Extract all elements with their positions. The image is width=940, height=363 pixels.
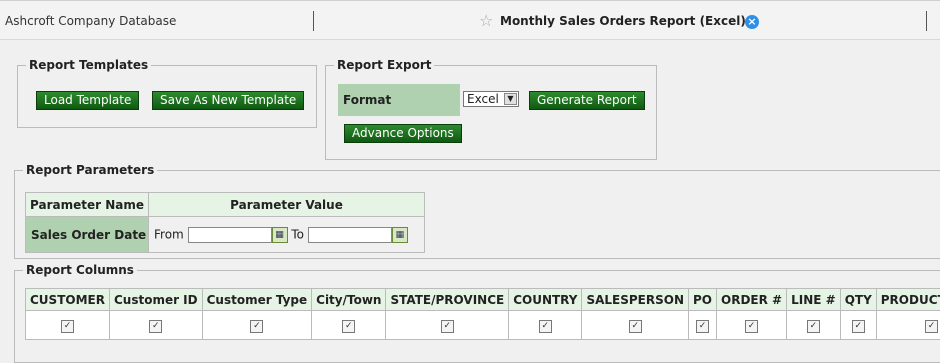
column-header: LINE #	[787, 289, 841, 311]
table-header-row: CUSTOMER Customer ID Customer Type City/…	[26, 289, 940, 311]
top-bar: Ashcroft Company Database ☆ Monthly Sale…	[0, 0, 940, 40]
parameter-value: From ▦ To ▦	[149, 217, 425, 253]
include-column-checkbox[interactable]: ✓	[441, 320, 454, 333]
checkbox-cell: ✓	[840, 311, 876, 340]
column-header: PRODUCT FAMI	[876, 289, 940, 311]
format-select[interactable]: Excel ▼	[463, 91, 519, 107]
column-header: Customer Type	[202, 289, 312, 311]
column-header: SALESPERSON	[582, 289, 689, 311]
format-select-value: Excel	[467, 92, 499, 106]
checkbox-cell: ✓	[312, 311, 386, 340]
format-label: Format	[338, 84, 460, 116]
report-columns-legend: Report Columns	[23, 263, 137, 277]
load-template-button[interactable]: Load Template	[36, 91, 139, 110]
generate-report-button[interactable]: Generate Report	[529, 91, 645, 110]
report-title: Monthly Sales Orders Report (Excel)	[500, 14, 746, 28]
column-header: City/Town	[312, 289, 386, 311]
parameter-name: Sales Order Date	[26, 217, 149, 253]
divider	[313, 11, 314, 31]
report-parameters-legend: Report Parameters	[23, 163, 157, 177]
include-column-checkbox[interactable]: ✓	[807, 320, 820, 333]
column-header: CUSTOMER	[26, 289, 110, 311]
include-column-checkbox[interactable]: ✓	[250, 320, 263, 333]
column-header: ORDER #	[717, 289, 787, 311]
from-label: From	[154, 227, 184, 241]
to-label: To	[291, 227, 304, 241]
include-column-checkbox[interactable]: ✓	[925, 320, 938, 333]
checkbox-cell: ✓	[717, 311, 787, 340]
include-column-checkbox[interactable]: ✓	[61, 320, 74, 333]
checkbox-cell: ✓	[787, 311, 841, 340]
column-header: Customer ID	[109, 289, 202, 311]
parameters-table: Parameter Name Parameter Value Sales Ord…	[25, 192, 425, 253]
column-header: STATE/PROVINCE	[386, 289, 509, 311]
column-header: PO	[689, 289, 717, 311]
checkbox-cell: ✓	[876, 311, 940, 340]
checkbox-cell: ✓	[509, 311, 582, 340]
divider	[926, 11, 927, 31]
close-icon[interactable]: ×	[745, 15, 759, 29]
checkbox-cell: ✓	[386, 311, 509, 340]
include-column-checkbox[interactable]: ✓	[745, 320, 758, 333]
table-header-row: Parameter Name Parameter Value	[26, 193, 425, 217]
include-column-checkbox[interactable]: ✓	[629, 320, 642, 333]
checkbox-cell: ✓	[26, 311, 110, 340]
include-column-checkbox[interactable]: ✓	[342, 320, 355, 333]
include-column-checkbox[interactable]: ✓	[852, 320, 865, 333]
column-header: Parameter Name	[26, 193, 149, 217]
from-date-input[interactable]	[188, 227, 272, 243]
report-templates-legend: Report Templates	[26, 58, 151, 72]
columns-table: CUSTOMER Customer ID Customer Type City/…	[25, 288, 940, 340]
calendar-icon[interactable]: ▦	[392, 227, 408, 243]
table-row: ✓ ✓ ✓ ✓ ✓ ✓ ✓ ✓ ✓ ✓ ✓ ✓	[26, 311, 940, 340]
checkbox-cell: ✓	[109, 311, 202, 340]
include-column-checkbox[interactable]: ✓	[149, 320, 162, 333]
column-header: COUNTRY	[509, 289, 582, 311]
to-date-input[interactable]	[308, 227, 392, 243]
star-icon[interactable]: ☆	[479, 12, 493, 30]
checkbox-cell: ✓	[582, 311, 689, 340]
chevron-down-icon[interactable]: ▼	[504, 93, 517, 105]
column-header: QTY	[840, 289, 876, 311]
advance-options-button[interactable]: Advance Options	[344, 124, 462, 143]
calendar-icon[interactable]: ▦	[272, 227, 288, 243]
column-header: Parameter Value	[149, 193, 425, 217]
checkbox-cell: ✓	[689, 311, 717, 340]
include-column-checkbox[interactable]: ✓	[539, 320, 552, 333]
report-export-legend: Report Export	[334, 58, 434, 72]
include-column-checkbox[interactable]: ✓	[696, 320, 709, 333]
checkbox-cell: ✓	[202, 311, 312, 340]
save-as-new-template-button[interactable]: Save As New Template	[152, 91, 304, 110]
table-row: Sales Order Date From ▦ To ▦	[26, 217, 425, 253]
database-name: Ashcroft Company Database	[5, 14, 176, 28]
